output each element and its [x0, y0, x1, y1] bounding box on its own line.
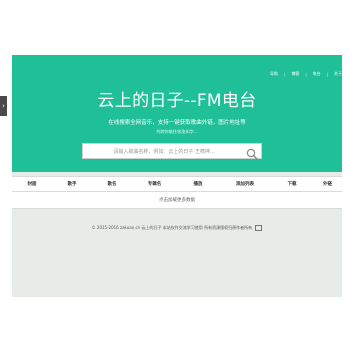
page-subtitle-secondary: 共跨你能往收涨如字...	[156, 129, 198, 134]
image-icon	[255, 225, 263, 231]
column-header-cover: 封面	[27, 182, 37, 187]
table-header: 封面 歌手 歌名 专辑名 播放 添加列表 下载 外链	[12, 176, 342, 192]
search-button[interactable]	[245, 145, 259, 160]
page-title: 云上的日子--FM电台	[97, 91, 257, 111]
nav-separator: |	[283, 71, 286, 77]
column-header-artist: 歌手	[67, 182, 77, 187]
column-header-link: 外链	[323, 182, 332, 187]
search-box	[82, 143, 262, 160]
load-more-row[interactable]: 点击加载更多数据	[12, 192, 342, 209]
side-toggle-button[interactable]: ›	[0, 96, 7, 116]
search-input[interactable]	[87, 144, 241, 160]
chevron-right-icon: ›	[2, 102, 5, 110]
footer: © 2015-2016 zakuan.cn 云上的日子 本站仅作交流学习使用 所…	[12, 225, 342, 231]
page-subtitle: 在线搜索全网音乐，支持一键获取歌曲外链，图片地址等	[108, 120, 246, 126]
column-header-add-list: 添加列表	[236, 182, 254, 187]
top-nav: 导助 | 博客 | 电台 | 关于	[270, 70, 342, 78]
nav-separator: |	[326, 71, 328, 77]
nav-item-about[interactable]: 关于	[334, 71, 342, 77]
search-icon	[246, 148, 258, 160]
nav-item-guide[interactable]: 导助	[270, 71, 278, 77]
load-more-label: 点击加载更多数据	[159, 198, 195, 203]
column-header-play: 播放	[193, 182, 203, 187]
footer-text: © 2015-2016 zakuan.cn 云上的日子 本站仅作交流学习使用 所…	[91, 225, 253, 230]
nav-item-radio[interactable]: 电台	[313, 71, 321, 77]
nav-separator: |	[305, 71, 307, 77]
column-header-album: 专辑名	[147, 182, 162, 187]
song-table: 封面 歌手 歌名 专辑名 播放 添加列表 下载 外链 点击加载更多数据	[12, 176, 342, 209]
column-header-download: 下载	[287, 182, 297, 187]
column-header-song: 歌名	[107, 182, 117, 187]
nav-item-blog[interactable]: 博客	[291, 71, 299, 77]
